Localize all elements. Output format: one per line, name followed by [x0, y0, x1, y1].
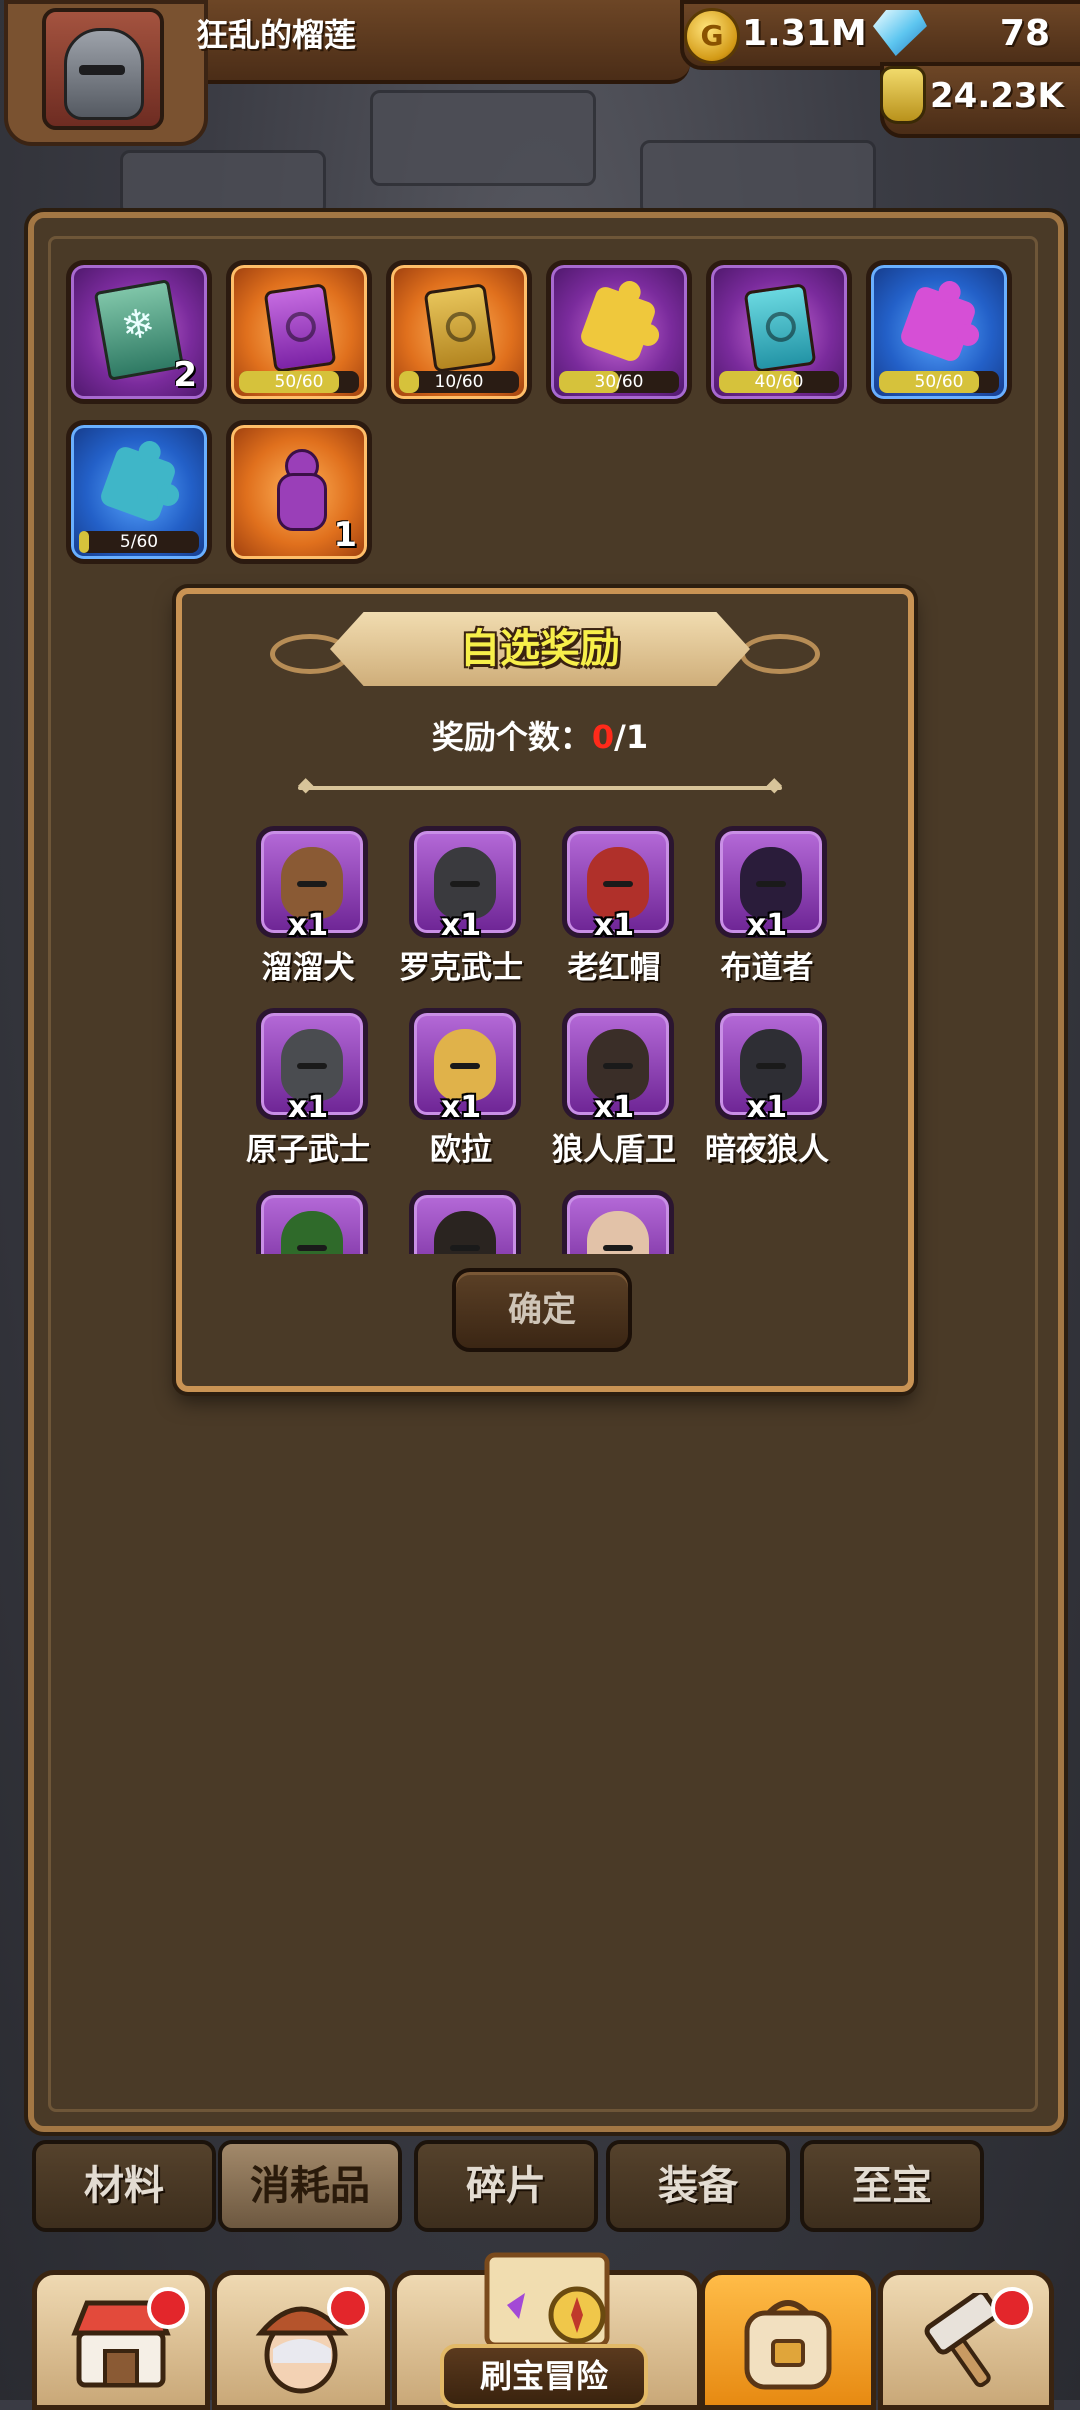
- hero-portrait: [562, 1190, 674, 1254]
- dialog-title: 自选奖励: [460, 626, 620, 672]
- reward-option[interactable]: x1 原子武士: [230, 982, 380, 1168]
- reward-option[interactable]: [383, 1164, 533, 1254]
- gold-puzzle-piece-icon: [578, 284, 658, 364]
- tab-treasures[interactable]: 至宝: [800, 2140, 984, 2232]
- inventory-item[interactable]: 50/60: [866, 260, 1012, 404]
- item-progress: 5/60: [79, 531, 199, 553]
- treasure-map-icon: [484, 2252, 610, 2348]
- player-name: 狂乱的榴莲: [196, 16, 357, 54]
- item-quantity: 1: [333, 515, 357, 555]
- inventory-item[interactable]: 30/60: [546, 260, 692, 404]
- potion-bottle-icon: [880, 66, 926, 124]
- reward-name: 暗夜狼人: [705, 1132, 829, 1168]
- backpack-icon: [744, 2300, 832, 2390]
- progress-text: 50/60: [274, 372, 324, 392]
- gem-amount: 78: [999, 13, 1050, 54]
- gold-amount: 1.31M: [742, 13, 867, 54]
- reward-option[interactable]: x1 狼人盾卫: [536, 982, 686, 1168]
- confirm-button[interactable]: 确定: [452, 1268, 632, 1352]
- inventory-item[interactable]: 5/60: [66, 420, 212, 564]
- reward-option[interactable]: x1 暗夜狼人: [689, 982, 839, 1168]
- reward-option[interactable]: x1 布道者: [689, 800, 839, 986]
- reward-qty: x1: [440, 1090, 482, 1125]
- reward-option[interactable]: [536, 1164, 686, 1254]
- item-progress: 30/60: [559, 371, 679, 393]
- hero-face: [587, 1211, 649, 1254]
- item-progress: 50/60: [239, 371, 359, 393]
- reward-qty: x1: [746, 1090, 788, 1125]
- skill-book-icon: [93, 279, 185, 381]
- notification-badge: [147, 2287, 189, 2329]
- dialog-divider: [298, 772, 782, 796]
- knight-helmet-icon: [64, 28, 144, 120]
- nav-shop[interactable]: [32, 2270, 210, 2410]
- inventory-item[interactable]: 10/60: [386, 260, 532, 404]
- reward-count-total: /1: [614, 718, 649, 756]
- inventory-item[interactable]: 1: [226, 420, 372, 564]
- reward-count-label: 奖励个数：: [431, 718, 592, 756]
- wall-brick: [120, 150, 326, 216]
- reward-qty: x1: [287, 908, 329, 943]
- reward-count: 奖励个数：0/1: [380, 712, 700, 762]
- tab-materials[interactable]: 材料: [32, 2140, 216, 2232]
- progress-text: 30/60: [594, 372, 644, 392]
- wall-brick: [640, 140, 876, 216]
- tab-equipment[interactable]: 装备: [606, 2140, 790, 2232]
- item-progress: 10/60: [399, 371, 519, 393]
- reward-option[interactable]: x1 溜溜犬: [230, 800, 380, 986]
- progress-fill: [79, 531, 89, 553]
- nav-forge[interactable]: [878, 2270, 1054, 2410]
- item-progress: 50/60: [879, 371, 999, 393]
- reward-qty: x1: [593, 1090, 635, 1125]
- reward-name: 布道者: [720, 950, 814, 986]
- reward-qty: x1: [593, 908, 635, 943]
- pink-puzzle-piece-icon: [898, 284, 978, 364]
- inventory-item[interactable]: 50/60: [226, 260, 372, 404]
- reward-count-current: 0: [591, 718, 615, 756]
- reward-list[interactable]: x1 溜溜犬 x1 罗克武士 x1 老红帽 x1 布道者 x1 原子武士 x1 …: [230, 800, 850, 1254]
- progress-text: 10/60: [434, 372, 484, 392]
- gingerbread-icon: [271, 449, 327, 531]
- tab-consumables[interactable]: 消耗品: [218, 2140, 402, 2232]
- player-avatar[interactable]: [42, 8, 164, 130]
- reward-option[interactable]: x1 老红帽: [536, 800, 686, 986]
- reward-option[interactable]: x1 欧拉: [383, 982, 533, 1168]
- purple-card-icon: [263, 283, 337, 373]
- top-bar: 狂乱的榴莲 1.31M 78 24.23K: [0, 0, 1080, 146]
- reward-qty: x1: [746, 908, 788, 943]
- hero-face: [434, 1211, 496, 1254]
- nav-bag[interactable]: [700, 2270, 876, 2410]
- nav-heroes[interactable]: [212, 2270, 390, 2410]
- progress-text: 50/60: [914, 372, 964, 392]
- reward-option[interactable]: x1 罗克武士: [383, 800, 533, 986]
- progress-fill: [399, 371, 420, 393]
- notification-badge: [991, 2287, 1033, 2329]
- adventure-label: 刷宝冒险: [440, 2344, 648, 2408]
- reward-qty: x1: [440, 908, 482, 943]
- gingerbread-body: [277, 473, 327, 531]
- hero-portrait: [256, 1190, 368, 1254]
- progress-text: 40/60: [754, 372, 804, 392]
- hero-portrait: [409, 1190, 521, 1254]
- teal-card-icon: [743, 283, 817, 373]
- progress-text: 5/60: [119, 532, 159, 552]
- reward-option[interactable]: [230, 1164, 380, 1254]
- notification-badge: [327, 2287, 369, 2329]
- hero-face: [281, 1211, 343, 1254]
- gold-coin-icon: [684, 8, 740, 64]
- inventory-item[interactable]: 40/60: [706, 260, 852, 404]
- item-progress: 40/60: [719, 371, 839, 393]
- reward-qty: x1: [287, 1090, 329, 1125]
- inventory-item[interactable]: 2: [66, 260, 212, 404]
- item-quantity: 2: [173, 355, 197, 395]
- gold-card-icon: [423, 283, 497, 373]
- tab-fragments[interactable]: 碎片: [414, 2140, 598, 2232]
- teal-puzzle-piece-icon: [98, 444, 178, 524]
- potion-amount: 24.23K: [930, 76, 1064, 116]
